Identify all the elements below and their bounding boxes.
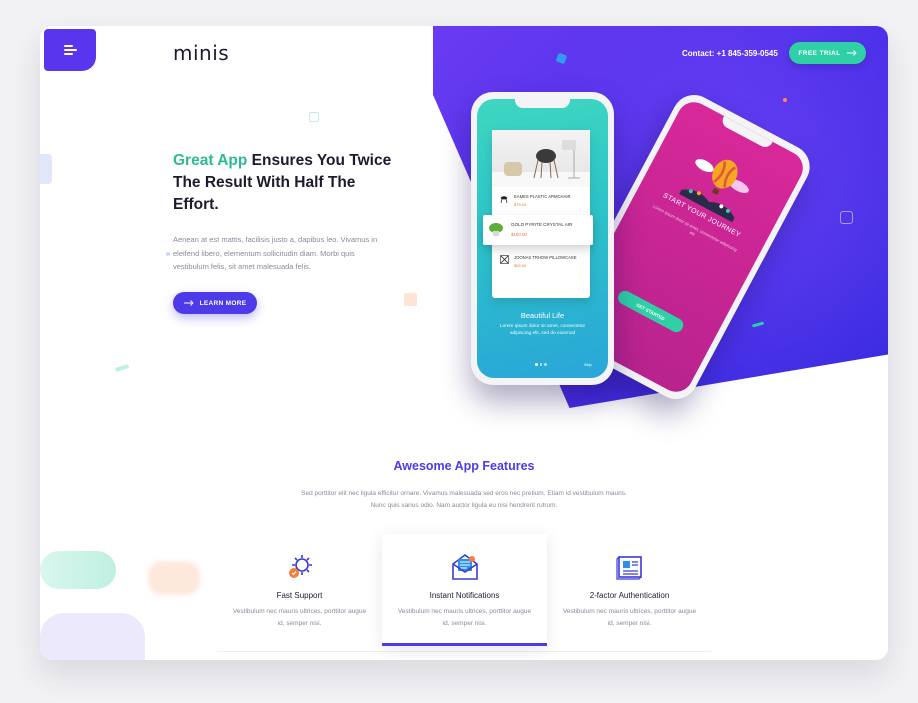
menu-button[interactable] bbox=[44, 29, 96, 71]
learn-more-button[interactable]: LEARN MORE bbox=[173, 292, 257, 314]
pillow-thumbnail-icon bbox=[500, 255, 509, 264]
feature-card-2fa[interactable]: 2-factor Authentication Vestibulum nec m… bbox=[547, 534, 712, 644]
learn-more-label: LEARN MORE bbox=[199, 299, 247, 307]
feature-text: Vestibulum nec mauris ultrices, porttito… bbox=[232, 608, 367, 627]
product-price: $79.00 bbox=[514, 202, 527, 207]
hamburger-icon bbox=[63, 45, 77, 55]
feature-text: Vestibulum nec mauris ultrices, porttito… bbox=[562, 608, 697, 627]
logo[interactable]: minis bbox=[173, 41, 229, 65]
chair-thumbnail-icon bbox=[500, 196, 508, 203]
product-price: $100.00 bbox=[511, 232, 527, 237]
hero-headline: Great App Ensures You Twice The Result W… bbox=[173, 150, 393, 216]
product-price: $55.00 bbox=[514, 263, 527, 268]
features-row: Fast Support Vestibulum nec mauris ultri… bbox=[217, 534, 711, 652]
product-item-highlighted[interactable]: GOLD PYRITE CRYSTAL AIR $100.00 bbox=[483, 215, 593, 245]
deco-dot-2 bbox=[166, 252, 170, 256]
pagination-dots[interactable] bbox=[535, 363, 547, 366]
product-name: GOLD PYRITE CRYSTAL AIR bbox=[511, 222, 573, 227]
deco-left-tab bbox=[40, 154, 52, 184]
phone-notch bbox=[515, 99, 570, 108]
free-trial-button[interactable]: FREE TRIAL bbox=[789, 42, 866, 64]
deco-blob-1 bbox=[40, 551, 116, 589]
deco-square-4 bbox=[840, 211, 853, 224]
arrow-right-icon bbox=[846, 50, 857, 56]
chair-image bbox=[492, 130, 590, 187]
headline-accent: Great App bbox=[173, 152, 248, 169]
arrow-right-icon bbox=[183, 300, 194, 306]
deco-dot-1 bbox=[783, 98, 787, 102]
get-started-button[interactable]: GET STARTED bbox=[615, 288, 686, 335]
product-name: JOONAS TRHOW PILLOWCASE bbox=[514, 255, 577, 260]
feature-name: Instant Notifications bbox=[429, 591, 500, 600]
screen-subtitle: Lorem ipsum dolor sit amet, consectetur … bbox=[499, 324, 586, 336]
phone-mockup-shop: EAMES PLASTIC ARMCHAIR $79.00 JOONAS TRH… bbox=[471, 92, 614, 385]
feature-card-instant-notifications[interactable]: Instant Notifications Vestibulum nec mau… bbox=[382, 534, 547, 646]
features-title: Awesome App Features bbox=[393, 459, 535, 473]
product-name: EAMES PLASTIC ARMCHAIR bbox=[514, 194, 571, 199]
deco-blob-2 bbox=[148, 561, 200, 595]
page-frame: minis Contact: +1 845-359-0545 FREE TRIA… bbox=[40, 26, 888, 660]
product-item[interactable]: EAMES PLASTIC ARMCHAIR $79.00 bbox=[498, 194, 586, 207]
feature-text: Vestibulum nec mauris ultrices, porttito… bbox=[397, 608, 532, 627]
product-item[interactable]: JOONAS TRHOW PILLOWCASE $55.00 bbox=[498, 255, 586, 268]
features-description: Sed porttitor elit nec ligula efficitur … bbox=[301, 490, 627, 509]
document-icon bbox=[616, 556, 642, 580]
contact-phone[interactable]: Contact: +1 845-359-0545 bbox=[682, 49, 778, 58]
deco-dash-1 bbox=[114, 363, 130, 373]
screen-title: Beautiful Life bbox=[520, 311, 565, 320]
deco-square-2 bbox=[309, 112, 319, 122]
free-trial-label: FREE TRIAL bbox=[798, 49, 841, 57]
chair-illustration bbox=[492, 140, 590, 187]
envelope-icon bbox=[452, 554, 478, 580]
hero-description: Aenean at est mattis, facilisis justo a,… bbox=[173, 235, 378, 271]
gear-icon bbox=[289, 555, 312, 578]
deco-blob-3 bbox=[40, 613, 145, 660]
feature-name: 2-factor Authentication bbox=[589, 591, 670, 600]
phone-screen-shop: EAMES PLASTIC ARMCHAIR $79.00 JOONAS TRH… bbox=[477, 99, 608, 378]
feature-name: Fast Support bbox=[276, 591, 323, 600]
product-list-card: EAMES PLASTIC ARMCHAIR $79.00 JOONAS TRH… bbox=[492, 130, 590, 298]
plant-thumbnail-icon bbox=[489, 223, 503, 236]
feature-card-fast-support[interactable]: Fast Support Vestibulum nec mauris ultri… bbox=[217, 534, 382, 644]
deco-square-3 bbox=[404, 293, 417, 306]
skip-link[interactable]: Skip bbox=[584, 362, 592, 367]
